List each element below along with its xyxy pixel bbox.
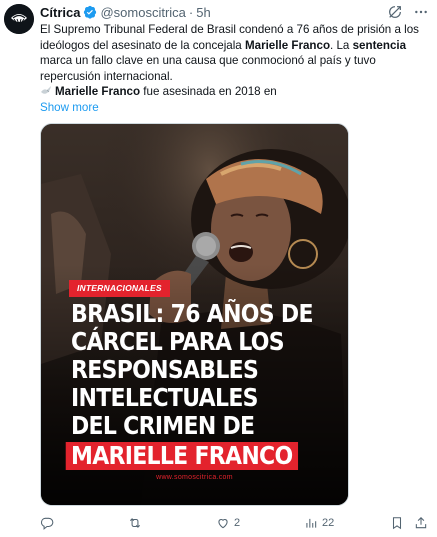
headline-line: RESPONSABLES [71, 355, 259, 384]
tweet-header: Cítrica @somoscitrica · 5h [40, 3, 429, 21]
share-button[interactable] [414, 514, 428, 532]
headline-line: DEL CRIMEN DE [71, 411, 255, 440]
tweet[interactable]: Cítrica @somoscitrica · 5h El Supremo Tr… [0, 0, 437, 537]
verified-badge-icon [83, 5, 97, 19]
bookmark-icon [390, 516, 404, 530]
author-name[interactable]: Cítrica [40, 5, 80, 20]
author-handle[interactable]: @somoscitrica [100, 5, 185, 20]
dove-icon [40, 85, 52, 96]
tweet-text-line: marca un fallo clave en una causa que co… [40, 54, 376, 68]
timestamp[interactable]: 5h [196, 5, 210, 20]
reply-icon [40, 516, 54, 530]
like-button[interactable]: 2 [216, 514, 240, 532]
more-icon[interactable] [413, 4, 429, 20]
keyword-bold: sentencia [352, 38, 407, 52]
retweet-button[interactable] [128, 514, 146, 532]
views-count: 22 [322, 517, 335, 529]
avatar[interactable] [4, 4, 34, 34]
headline-line: CÁRCEL PARA LOS [71, 327, 285, 356]
grok-icon[interactable] [387, 4, 403, 20]
media-headline: BRASIL: 76 AÑOS DE CÁRCEL PARA LOS RESPO… [65, 299, 313, 470]
show-more-link[interactable]: Show more [40, 100, 430, 116]
reply-button[interactable] [40, 514, 58, 532]
headline-line: INTELECTUALES [71, 383, 258, 412]
category-tag: INTERNACIONALES [69, 280, 170, 297]
mention-bold: Marielle Franco [244, 38, 331, 52]
tweet-text-line: El Supremo Tribunal Federal de Brasil co… [40, 23, 419, 36]
headline-highlight: MARIELLE FRANCO [65, 442, 298, 470]
media-image[interactable]: INTERNACIONALES BRASIL: 76 AÑOS DE CÁRCE… [40, 123, 349, 506]
views-icon [304, 516, 318, 530]
tweet-text-line: Marielle Franco fue asesinada en 2018 en [40, 84, 430, 100]
action-bar: 2 22 [40, 514, 430, 532]
like-count: 2 [234, 517, 241, 529]
share-icon [414, 516, 428, 530]
separator-dot: · [188, 4, 194, 20]
views-button[interactable]: 22 [304, 514, 334, 532]
media-site-url: www.somoscitrica.com [156, 474, 233, 481]
tweet-text-line: repercusión internacional. [40, 69, 173, 83]
like-icon [216, 516, 230, 530]
retweet-icon [128, 516, 142, 530]
tweet-text: El Supremo Tribunal Federal de Brasil co… [40, 22, 430, 116]
tweet-text-line: ideólogos del asesinato de la concejala … [40, 38, 407, 52]
bookmark-button[interactable] [390, 514, 404, 532]
headline-line: BRASIL: 76 AÑOS DE [71, 299, 313, 328]
